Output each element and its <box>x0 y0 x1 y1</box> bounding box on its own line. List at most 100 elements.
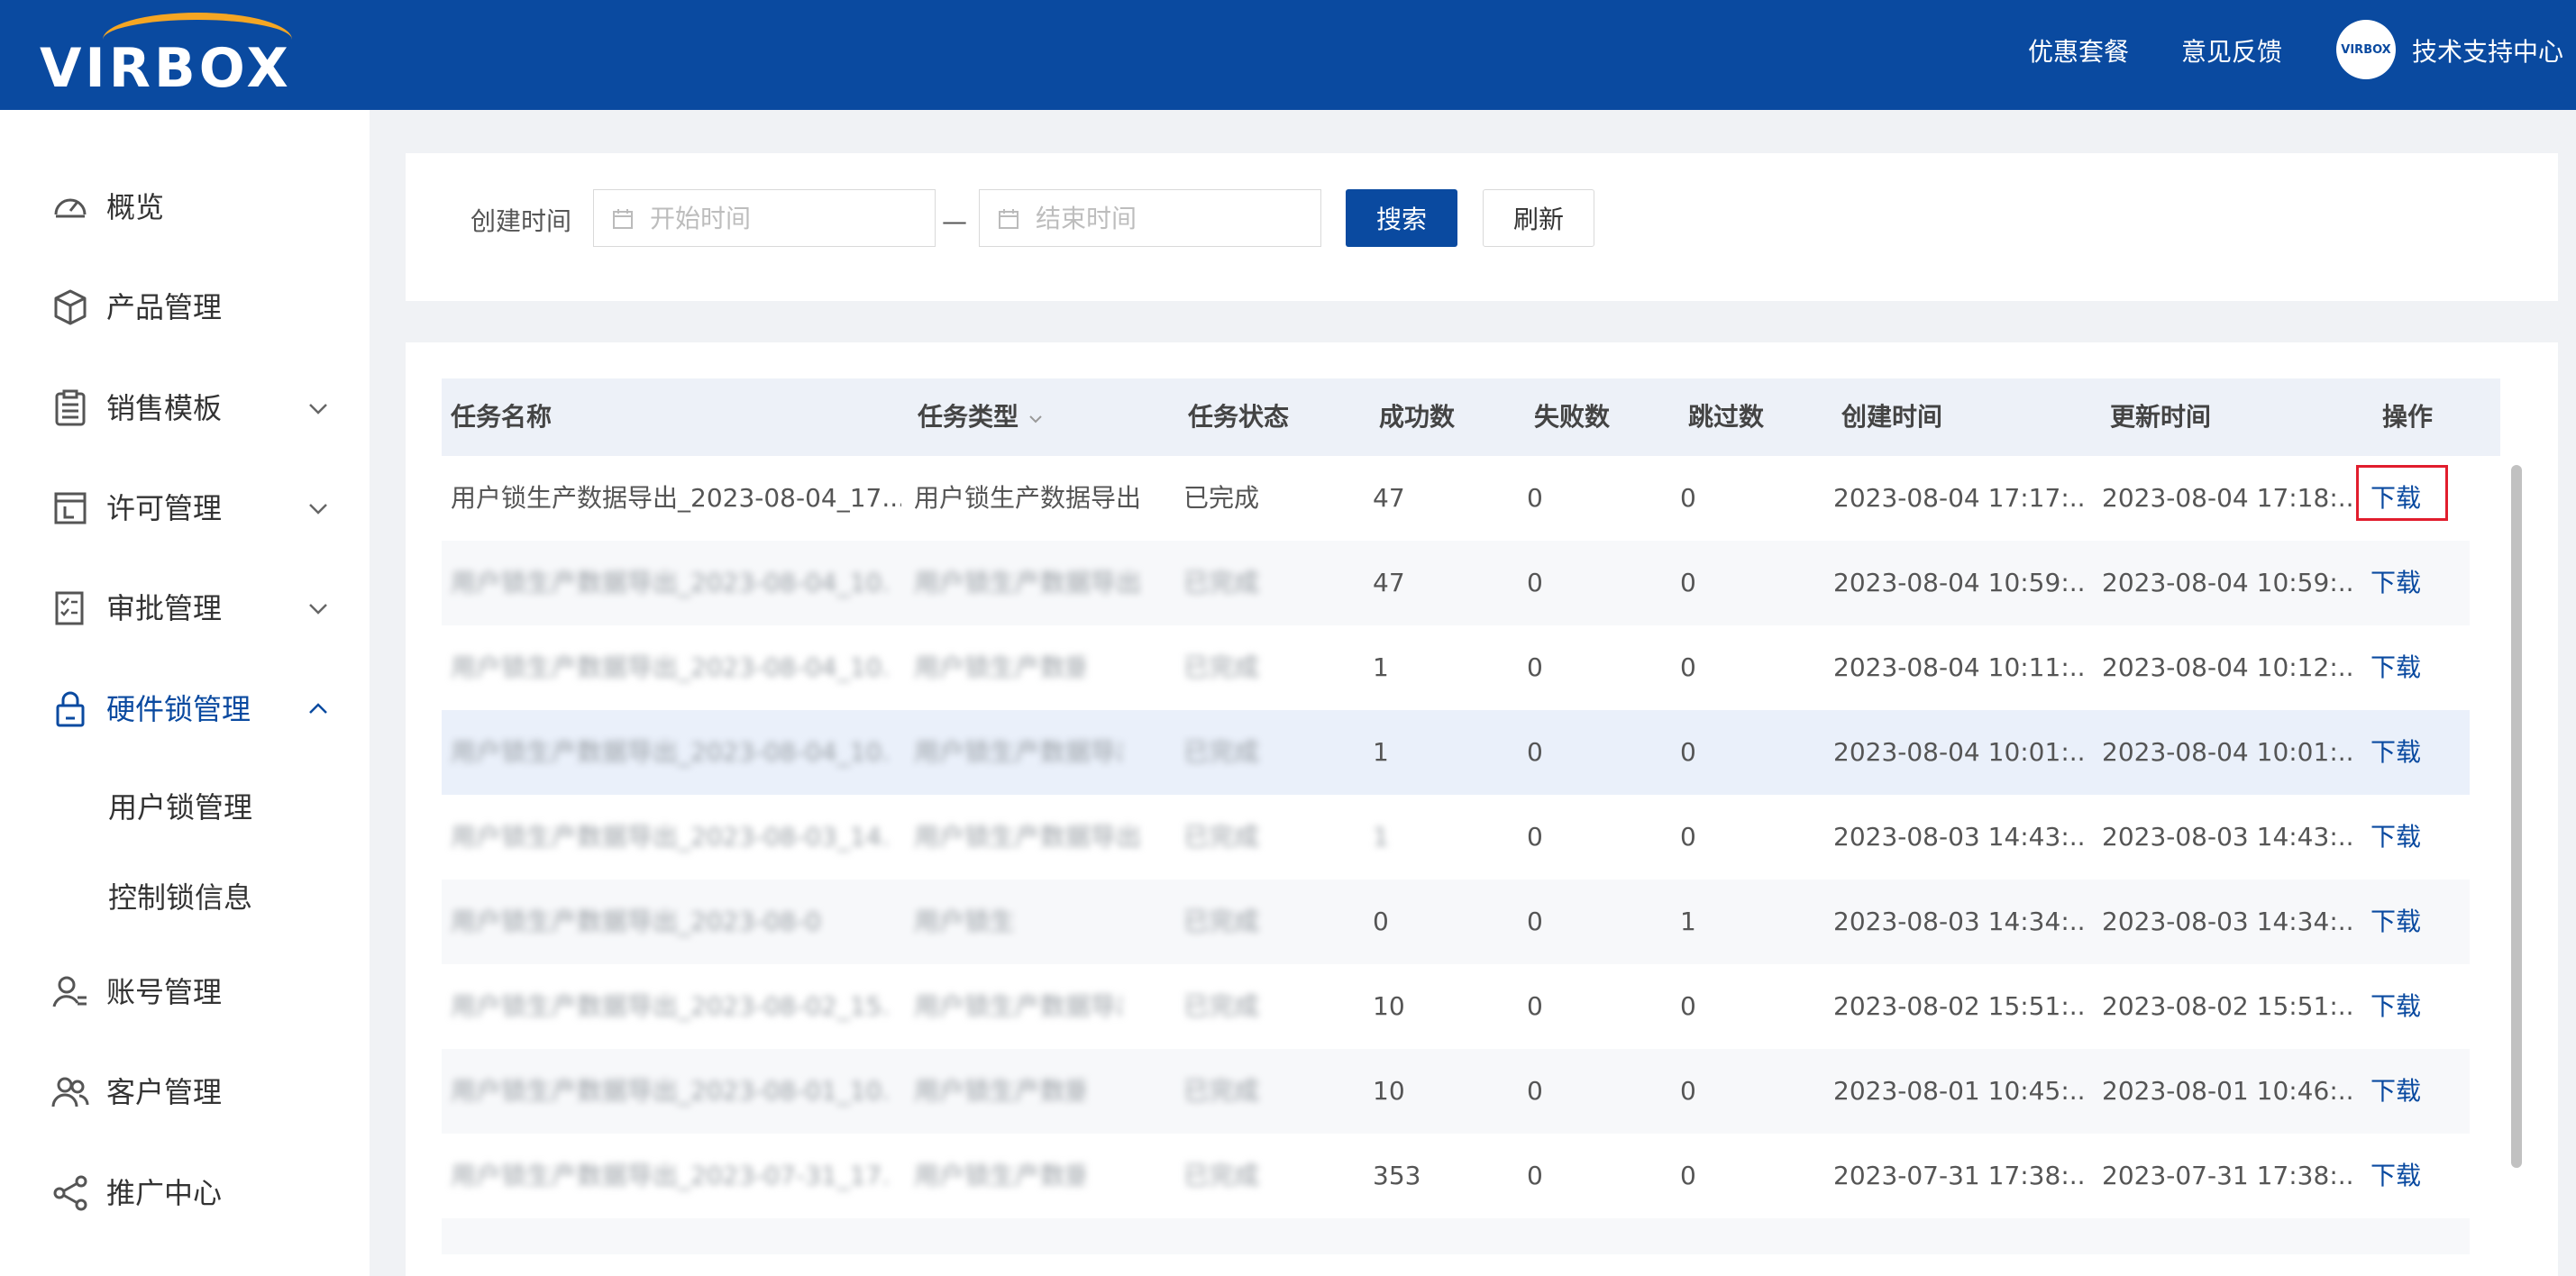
sidebar-item-label: 产品管理 <box>106 290 223 324</box>
sidebar-item-hardware-locks[interactable]: 硬件锁管理 <box>0 675 370 743</box>
success-count-cell: 0 <box>1373 907 1389 936</box>
download-link[interactable]: 下载 <box>2370 1073 2421 1109</box>
sidebar-item-products[interactable]: 产品管理 <box>0 273 370 342</box>
created-time-cell: 2023-08-03 14:43:... <box>1833 822 2087 852</box>
avatar[interactable]: VIRBOX <box>2336 20 2396 79</box>
column-header-task-type[interactable]: 任务类型 <box>918 399 1019 435</box>
virbox-logo[interactable]: VIRBOX <box>40 13 315 97</box>
task-type-cell: 用户锁生产数据导出 <box>914 1076 1085 1106</box>
download-link[interactable]: 下载 <box>2370 565 2421 601</box>
scrollbar-thumb[interactable] <box>2511 465 2522 1168</box>
table-scrollbar[interactable] <box>2510 456 2523 1177</box>
task-status-cell: 已完成 <box>1183 907 1260 936</box>
success-count-cell: 47 <box>1373 483 1405 513</box>
chevron-up-icon <box>309 703 327 714</box>
fail-count-cell: 0 <box>1527 652 1543 682</box>
header-link-feedback[interactable]: 意见反馈 <box>2181 34 2282 70</box>
sidebar-item-label: 推广中心 <box>106 1176 223 1210</box>
task-status-cell: 已完成 <box>1183 568 1260 597</box>
table-row: 用户锁生产数据导出_2023-08-03_14... 用户锁生产数据导出 已完成… <box>442 795 2470 880</box>
column-header-created: 创建时间 <box>1841 402 1943 432</box>
skip-count-cell: 0 <box>1680 1076 1696 1106</box>
sidebar-item-licenses[interactable]: 许可管理 <box>0 474 370 542</box>
task-type-cell: 用户锁生产数据导出 <box>914 568 1139 597</box>
column-header-success: 成功数 <box>1379 402 1456 432</box>
search-button[interactable]: 搜索 <box>1346 189 1457 247</box>
created-time-cell: 2023-08-04 10:01:... <box>1833 737 2087 767</box>
column-header-task-status: 任务状态 <box>1188 402 1290 432</box>
header-link-offers[interactable]: 优惠套餐 <box>2028 34 2129 70</box>
download-link[interactable]: 下载 <box>2370 650 2421 686</box>
task-status-cell: 已完成 <box>1183 822 1260 852</box>
download-link[interactable]: 下载 <box>2370 904 2421 940</box>
sidebar-subitem-control-lock-info[interactable]: 控制锁信息 <box>0 865 370 928</box>
fail-count-cell: 0 <box>1527 1076 1543 1106</box>
cube-icon <box>54 289 87 325</box>
task-name-cell: 用户锁生产数据导出_2023-08-04_17... <box>451 483 901 513</box>
skip-count-cell: 0 <box>1680 737 1696 767</box>
sidebar-item-accounts[interactable]: 账号管理 <box>0 958 370 1026</box>
updated-time-cell: 2023-07-31 17:38:... <box>2102 1161 2356 1190</box>
success-count-cell: 1 <box>1373 737 1389 767</box>
task-status-cell: 已完成 <box>1183 737 1260 767</box>
updated-time-cell: 2023-08-03 14:43:... <box>2102 822 2356 852</box>
download-link[interactable]: 下载 <box>2370 989 2421 1025</box>
license-icon <box>54 492 87 524</box>
created-time-label: 创建时间 <box>470 206 572 236</box>
task-type-cell: 用户锁生产数据导出 <box>914 737 1121 767</box>
updated-time-cell: 2023-08-02 15:51:... <box>2102 991 2356 1021</box>
sidebar-subitem-user-locks[interactable]: 用户锁管理 <box>0 775 370 838</box>
task-name-cell: 用户锁生产数据导出_2023-08-04_10... <box>451 737 892 767</box>
task-name-cell: 用户锁生产数据导出_2023-08-01_10... <box>451 1076 892 1106</box>
task-status-cell: 已完成 <box>1183 1161 1260 1190</box>
sidebar-item-overview[interactable]: 概览 <box>0 173 370 242</box>
sidebar-item-sales-templates[interactable]: 销售模板 <box>0 374 370 442</box>
column-header-skip: 跳过数 <box>1688 402 1765 432</box>
sidebar-item-approvals[interactable]: 审批管理 <box>0 574 370 643</box>
sidebar-item-label: 账号管理 <box>106 975 223 1009</box>
column-header-action: 操作 <box>2382 402 2434 432</box>
updated-time-cell: 2023-08-03 14:34:... <box>2102 907 2356 936</box>
start-date-input[interactable]: 开始时间 <box>593 189 936 247</box>
task-name-cell: 用户锁生产数据导出_2023-08-03_14... <box>451 822 892 852</box>
download-link[interactable]: 下载 <box>2370 734 2421 770</box>
sidebar-subitem-label: 控制锁信息 <box>108 880 253 915</box>
clipboard-list-icon <box>55 389 86 426</box>
table-row-partial <box>442 1218 2470 1254</box>
table-row: 用户锁生产数据导出_2023-08-04_17... 用户锁生产数据导出 已完成… <box>442 456 2470 541</box>
fail-count-cell: 0 <box>1527 737 1543 767</box>
sidebar-item-promotion[interactable]: 推广中心 <box>0 1159 370 1227</box>
fail-count-cell: 0 <box>1527 483 1543 513</box>
updated-time-cell: 2023-08-01 10:46:... <box>2102 1076 2356 1106</box>
table-row: 用户锁生产数据导出_2023-08-04_10... 用户锁生产数据导出 已完成… <box>442 710 2470 795</box>
sidebar-item-label: 销售模板 <box>106 391 223 425</box>
download-link[interactable]: 下载 <box>2370 819 2421 855</box>
success-count-cell: 1 <box>1373 822 1389 852</box>
skip-count-cell: 0 <box>1680 652 1696 682</box>
success-count-cell: 10 <box>1373 1076 1405 1106</box>
user-center-label[interactable]: 技术支持中心 <box>2412 34 2563 70</box>
download-link[interactable]: 下载 <box>2370 1158 2421 1194</box>
end-date-input[interactable]: 结束时间 <box>979 189 1321 247</box>
skip-count-cell: 0 <box>1680 483 1696 513</box>
approval-icon <box>55 591 84 625</box>
column-header-updated: 更新时间 <box>2110 402 2212 432</box>
created-time-cell: 2023-08-02 15:51:... <box>1833 991 2087 1021</box>
task-type-cell: 用户锁生产数据导出 <box>914 652 1085 682</box>
calendar-icon <box>999 209 1019 229</box>
refresh-button[interactable]: 刷新 <box>1483 189 1594 247</box>
chevron-down-icon <box>309 604 327 615</box>
skip-count-cell: 0 <box>1680 991 1696 1021</box>
user-icon <box>52 976 87 1007</box>
sidebar-item-label: 客户管理 <box>106 1075 223 1109</box>
sidebar-item-label: 审批管理 <box>106 591 223 625</box>
skip-count-cell: 0 <box>1680 822 1696 852</box>
users-icon <box>51 1077 89 1107</box>
updated-time-cell: 2023-08-04 10:01:... <box>2102 737 2356 767</box>
created-time-cell: 2023-07-31 17:38:... <box>1833 1161 2087 1190</box>
sidebar-item-customers[interactable]: 客户管理 <box>0 1058 370 1126</box>
filter-chevron-icon[interactable] <box>1028 413 1044 425</box>
task-name-cell: 用户锁生产数据导出_2023-08-04_10... <box>451 568 892 597</box>
task-status-cell: 已完成 <box>1183 1076 1260 1106</box>
chevron-down-icon <box>309 504 327 515</box>
